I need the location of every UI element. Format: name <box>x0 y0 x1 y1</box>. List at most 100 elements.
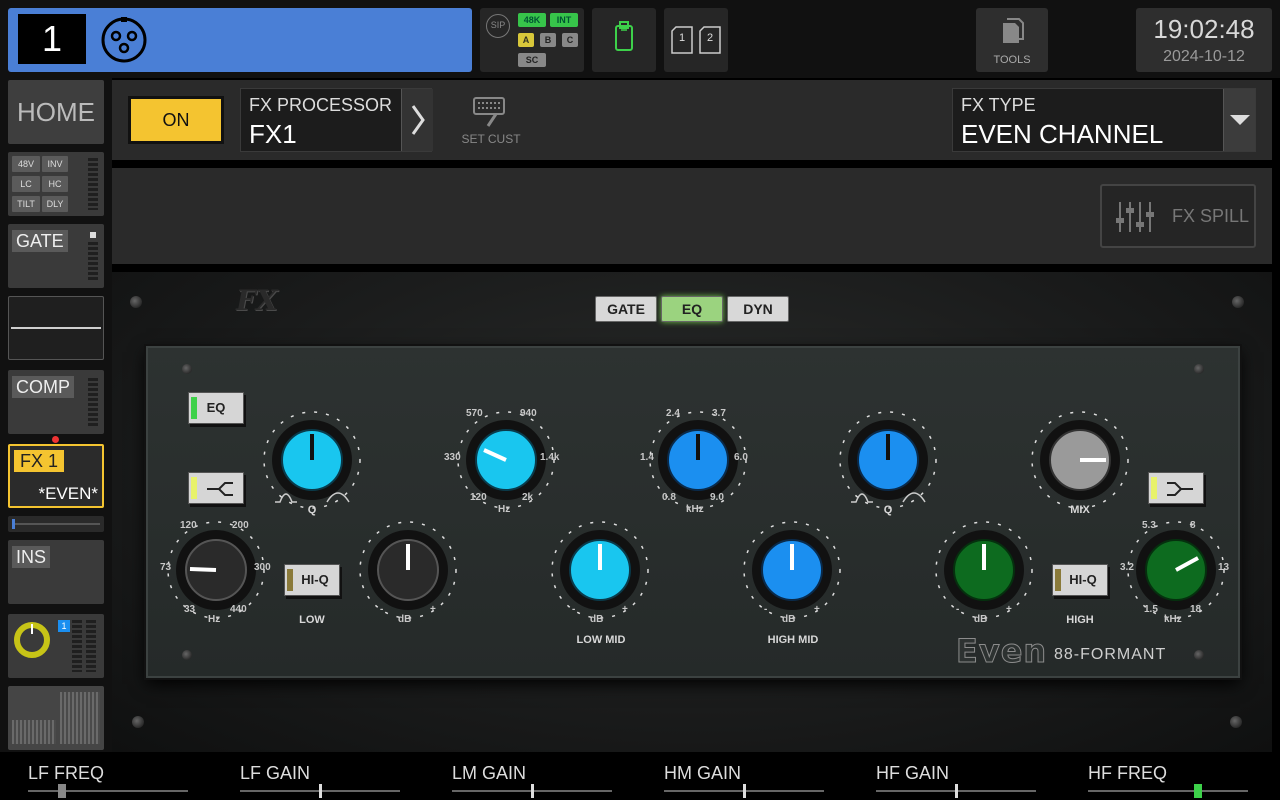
fx-processor-next-button[interactable] <box>401 89 433 151</box>
param-lf-freq-handle[interactable] <box>58 784 66 798</box>
param-hm-gain[interactable]: HM GAIN <box>664 752 854 800</box>
hf-freq-unit: kHz <box>1164 614 1182 625</box>
low-hiq-label: HI-Q <box>301 572 329 587</box>
keyboard-edit-icon <box>473 97 505 127</box>
param-hf-freq[interactable]: HF FREQ <box>1088 752 1278 800</box>
low-hiq-led <box>287 569 293 591</box>
sd-card-status[interactable]: 1 2 <box>664 8 728 72</box>
tools-label: TOOLS <box>993 54 1031 66</box>
low-section-label: LOW <box>299 614 325 626</box>
mix-knob[interactable] <box>1030 410 1130 515</box>
param-hf-freq-handle[interactable] <box>1194 784 1202 798</box>
low-shelf-icon <box>207 481 233 496</box>
phantom-48v-tag: 48V <box>12 156 40 172</box>
lm-gain-plus: + <box>622 604 628 615</box>
fx-processor-selector[interactable]: FX PROCESSOR FX1 <box>240 88 433 152</box>
bell-wide-icon <box>902 492 926 503</box>
high-gain-knob[interactable] <box>934 520 1034 625</box>
param-lf-freq[interactable]: LF FREQ <box>28 752 218 800</box>
clock-display: 19:02:48 2024-10-12 <box>1136 8 1272 72</box>
high-hiq-button[interactable]: HI-Q <box>1052 564 1108 596</box>
tools-button[interactable]: TOOLS <box>976 8 1048 72</box>
hm-scale-6-0: 6.0 <box>734 452 748 463</box>
high-mid-section-label: HIGH MID <box>767 634 819 646</box>
home-button[interactable]: HOME <box>8 80 104 144</box>
param-hf-gain-handle[interactable] <box>955 784 958 798</box>
insert-slider-tile[interactable] <box>8 516 104 532</box>
fx-on-button[interactable]: ON <box>128 96 224 144</box>
parameter-strip: LF FREQ LF GAIN LM GAIN HM GAIN HF GAIN … <box>0 752 1280 800</box>
low-gain-minus: - <box>380 604 384 615</box>
high-q-label: Q <box>883 504 893 516</box>
eq-tile[interactable] <box>8 296 104 360</box>
fader-tile[interactable] <box>8 686 104 750</box>
faceplate-screw <box>182 650 192 660</box>
lm-scale-1-4k: 1.4k <box>540 452 560 463</box>
bus-number-badge: 1 <box>58 620 70 632</box>
high-shelf-button[interactable] <box>1148 472 1204 504</box>
hf-scale-3-2: 3.2 <box>1120 562 1134 573</box>
insert-slider-handle[interactable] <box>12 519 15 529</box>
lf-scale-73: 73 <box>160 562 172 573</box>
gate-tile[interactable]: GATE <box>8 224 104 288</box>
set-custom-label: SET CUST <box>461 132 521 146</box>
high-freq-knob[interactable] <box>1126 520 1226 625</box>
comp-tile[interactable]: COMP <box>8 370 104 434</box>
lm-scale-940: 940 <box>520 408 537 419</box>
set-custom-button[interactable]: SET CUST <box>456 92 526 148</box>
low-shelf-led <box>191 477 197 499</box>
fx-type-value: EVEN CHANNEL <box>961 119 1164 149</box>
param-lf-gain-label: LF GAIN <box>240 763 311 783</box>
hm-scale-2-4: 2.4 <box>666 408 680 419</box>
fx-spill-label: FX SPILL <box>1172 206 1250 226</box>
tilt-tag: TILT <box>12 196 40 212</box>
fader-grip <box>60 692 100 744</box>
eq-flat-curve <box>11 327 101 329</box>
sync-status-panel[interactable]: SIP 48K INT A B C SC <box>480 8 584 72</box>
param-hf-freq-track <box>1088 790 1248 792</box>
eq-in-button[interactable]: EQ <box>188 392 244 424</box>
low-mid-section-label: LOW MID <box>576 634 626 646</box>
gate-meter <box>88 242 98 282</box>
low-hiq-button[interactable]: HI-Q <box>284 564 340 596</box>
param-lm-gain[interactable]: LM GAIN <box>452 752 642 800</box>
hf-scale-13: 13 <box>1218 562 1230 573</box>
insert-tile[interactable]: INS <box>8 540 104 604</box>
mode-gate-button[interactable]: GATE <box>595 296 657 322</box>
fx1-tile[interactable]: FX 1 *EVEN* <box>8 444 104 508</box>
fx-type-selector[interactable]: FX TYPE EVEN CHANNEL <box>952 88 1256 152</box>
sd-card-1-label: 1 <box>679 32 686 44</box>
lm-gain-minus: - <box>572 604 576 615</box>
fx-spill-button[interactable]: FX SPILL <box>1100 184 1256 248</box>
param-hf-gain[interactable]: HF GAIN <box>876 752 1066 800</box>
chevron-down-icon <box>1230 115 1250 125</box>
hm-scale-3-7: 3.7 <box>712 408 726 419</box>
low-mid-gain-knob[interactable] <box>550 520 650 625</box>
faceplate-screw <box>182 364 192 374</box>
low-shelf-button[interactable] <box>188 472 244 504</box>
bus-a-badge: A <box>518 33 534 47</box>
low-gain-plus: + <box>430 604 436 615</box>
input-settings-tile[interactable]: 48V INV LC HC TILT DLY <box>8 152 104 216</box>
faceplate-screw <box>1194 364 1204 374</box>
high-mid-gain-knob[interactable] <box>742 520 842 625</box>
usb-status[interactable] <box>592 8 656 72</box>
mode-eq-button[interactable]: EQ <box>661 296 723 322</box>
channel-selector[interactable]: 1 <box>8 8 472 72</box>
bus-b-badge: B <box>540 33 556 47</box>
chevron-right-icon <box>411 105 425 135</box>
param-lm-gain-handle[interactable] <box>531 784 534 798</box>
pan-bus-tile[interactable]: 1 <box>8 614 104 678</box>
fx1-label: FX 1 <box>14 450 65 472</box>
low-freq-knob[interactable] <box>166 520 266 625</box>
knob-dial <box>359 521 457 619</box>
mode-dyn-button[interactable]: DYN <box>727 296 789 322</box>
param-lf-gain[interactable]: LF GAIN <box>240 752 430 800</box>
lm-scale-120: 120 <box>470 492 487 503</box>
lf-scale-120: 120 <box>180 520 197 531</box>
low-gain-knob[interactable] <box>358 520 458 625</box>
rack-screw <box>1232 296 1244 308</box>
fx-type-dropdown-button[interactable] <box>1223 89 1255 151</box>
param-hm-gain-handle[interactable] <box>743 784 746 798</box>
param-lf-gain-handle[interactable] <box>319 784 322 798</box>
